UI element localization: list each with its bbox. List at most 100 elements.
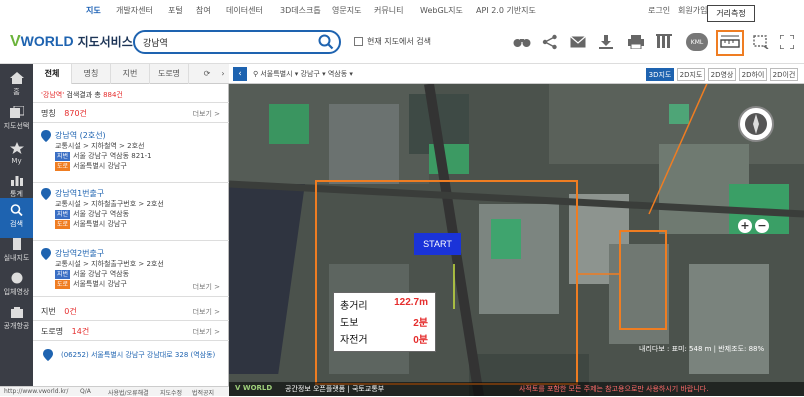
tab-2d-map[interactable]: 2D지도 xyxy=(677,68,705,81)
chevron-right-icon[interactable]: › xyxy=(217,64,229,84)
measure-row-walk: 도보 2분 xyxy=(340,314,432,329)
footer-url: http://www.vworld.kr/ xyxy=(4,388,69,395)
tab-2d-image[interactable]: 2D영상 xyxy=(708,68,736,81)
summary-count: 884건 xyxy=(103,91,123,99)
logo-brand: WORLD xyxy=(20,33,74,49)
layers-icon[interactable] xyxy=(652,30,676,54)
topnav-item-community[interactable]: 커뮤니티 xyxy=(374,5,403,16)
vworld-logo[interactable]: VWORLD 지도서비스 xyxy=(10,33,133,51)
share-icon[interactable] xyxy=(538,30,562,54)
login-link[interactable]: 로그인 xyxy=(648,5,670,16)
search-input[interactable] xyxy=(143,35,313,49)
legal-brand: V WORLD xyxy=(235,384,273,392)
jibun-badge: 지번 xyxy=(55,210,71,219)
more-link-doro[interactable]: 더보기 > xyxy=(193,327,220,337)
sidebar-label-my: My xyxy=(11,157,22,165)
result-jibun: 서울 강남구 역삼동 821-1 xyxy=(73,152,152,160)
doro-section-label: 도로명 xyxy=(41,327,64,336)
tab-3d-map[interactable]: 3D지도 xyxy=(646,68,674,81)
sidebar-label-stats: 통계 xyxy=(10,190,23,198)
logo-v: V xyxy=(10,33,21,50)
result-summary: '강남역' 검색결과 총 884건 xyxy=(41,90,123,100)
doro-result-item[interactable]: (06252) 서울특별시 강남구 강남대로 328 (역삼동) xyxy=(61,350,215,360)
binoculars-icon[interactable] xyxy=(510,30,534,54)
divider xyxy=(33,240,229,241)
collapse-panel-icon[interactable]: ‹ xyxy=(233,67,247,81)
search-result-panel: 전체 명칭 지번 도로명 ⟳ › '강남역' 검색결과 총 884건 명칭 87… xyxy=(33,64,229,386)
breadcrumb-district[interactable]: 강남구 xyxy=(301,70,320,78)
topnav-item-dev[interactable]: 개발자센터 xyxy=(116,5,153,16)
result-title[interactable]: 강남역1번출구 xyxy=(55,188,225,199)
search-icon[interactable] xyxy=(317,33,335,51)
tab-jibun[interactable]: 지번 xyxy=(111,64,150,84)
area-select-icon[interactable] xyxy=(749,30,773,54)
topnav-item-map[interactable]: 지도 xyxy=(86,5,101,16)
sidebar-item-map-select[interactable]: 지도선택 xyxy=(0,100,33,140)
topnav-item-portal[interactable]: 포털 xyxy=(168,5,183,16)
chart-icon xyxy=(10,176,23,186)
breadcrumb-dong[interactable]: 역삼동 xyxy=(328,70,347,78)
jibun-section-label: 지번 xyxy=(41,307,56,316)
sidebar-label-aerial: 공개항공 xyxy=(3,322,30,330)
name-section-label: 명칭 xyxy=(41,109,56,118)
more-link-results[interactable]: 더보기 > xyxy=(193,282,220,292)
map-select-icon xyxy=(9,106,24,118)
fullscreen-icon[interactable] xyxy=(775,30,799,54)
join-link[interactable]: 회원가입 xyxy=(678,5,707,16)
legal-notice: 사적토를 포함한 모든 주제는 참고용으로만 사용하시기 바랍니다. xyxy=(519,385,709,393)
topnav-item-datacenter[interactable]: 데이터센터 xyxy=(226,5,263,16)
current-map-search-checkbox[interactable] xyxy=(354,37,363,46)
footer-link-qa[interactable]: Q/A xyxy=(80,388,91,395)
list-item[interactable]: 강남역1번출구 교통시설 > 지하철출구번호 > 2호선 지번 서울 강남구 역삼… xyxy=(55,188,225,229)
topnav-item-3d[interactable]: 3D데스크톱 xyxy=(280,5,321,16)
topnav-item-api[interactable]: API 2.0 기반지도 xyxy=(476,5,536,16)
location-pin-icon xyxy=(41,188,51,200)
download-icon[interactable] xyxy=(594,30,618,54)
tab-all[interactable]: 전체 xyxy=(33,64,72,84)
result-doro: 서울특별시 강남구 xyxy=(73,280,127,288)
zoom-out-icon[interactable]: − xyxy=(755,219,769,233)
zoom-in-icon[interactable]: + xyxy=(738,219,752,233)
sidebar-label-indoor: 실내지도 xyxy=(3,254,30,262)
refresh-icon[interactable]: ⟳ xyxy=(197,64,217,84)
logo-service: 지도서비스 xyxy=(77,35,133,49)
tab-doro[interactable]: 도로명 xyxy=(150,64,189,84)
doro-badge: 도로 xyxy=(55,280,71,289)
list-item[interactable]: 강남역 (2호선) 교통시설 > 지하철역 > 2호선 지번 서울 강남구 역삼동… xyxy=(55,130,225,171)
topnav-item-webgl[interactable]: WebGL지도 xyxy=(420,5,463,16)
legal-text: 공간정보 오픈플랫폼 | 국토교통부 xyxy=(285,385,385,393)
map-toolbar: ‹ ⚲ 서울특별시 ▾ 강남구 ▾ 역삼동 ▾ 3D지도 2D지도 2D영상 2… xyxy=(229,64,804,92)
measure-value-bike: 0분 xyxy=(413,335,428,346)
sidebar-label-search: 검색 xyxy=(10,220,23,228)
star-icon xyxy=(9,142,24,154)
measure-result-popup: 총거리 122.7m 도보 2분 자전거 0분 xyxy=(333,292,436,352)
result-doro: 서울특별시 강남구 xyxy=(73,162,127,170)
divider xyxy=(33,320,229,321)
camera-icon xyxy=(10,307,23,318)
topnav-item-participate[interactable]: 참여 xyxy=(196,5,211,16)
distance-measure-button[interactable] xyxy=(716,30,744,56)
breadcrumb: ⚲ 서울특별시 ▾ 강남구 ▾ 역삼동 ▾ xyxy=(253,70,353,78)
more-link-jibun[interactable]: 더보기 > xyxy=(193,307,220,317)
kml-button[interactable]: KML xyxy=(686,33,708,51)
result-title[interactable]: 강남역 (2호선) xyxy=(55,130,225,141)
topnav-item-english[interactable]: 영문지도 xyxy=(332,5,361,16)
print-icon[interactable] xyxy=(624,30,648,54)
mail-icon[interactable] xyxy=(566,30,590,54)
divider xyxy=(33,122,229,123)
breadcrumb-city[interactable]: 서울특별시 xyxy=(260,70,292,78)
tab-name[interactable]: 명칭 xyxy=(72,64,111,84)
sidebar-item-aerial[interactable]: 공개항공 xyxy=(0,300,33,340)
compass-icon[interactable] xyxy=(738,106,774,142)
doro-section-header: 도로명 14건 xyxy=(41,326,89,337)
result-category: 교통시설 > 지하철역 > 2호선 xyxy=(55,142,145,150)
scale-readout: 내리다보 : 표미: 548 m | 반제조도: 88% xyxy=(639,345,765,353)
tab-2d-other[interactable]: 2D이건 xyxy=(770,68,798,81)
result-title[interactable]: 강남역2번출구 xyxy=(55,248,225,259)
more-link-name[interactable]: 더보기 > xyxy=(193,109,220,119)
tab-2d-hybrid[interactable]: 2D하이브 xyxy=(739,68,767,92)
sidebar-label-home: 홈 xyxy=(13,88,20,96)
doro-section-count: 14건 xyxy=(71,327,90,336)
name-section-count: 870건 xyxy=(64,109,87,118)
jibun-section-count: 0건 xyxy=(64,307,77,316)
